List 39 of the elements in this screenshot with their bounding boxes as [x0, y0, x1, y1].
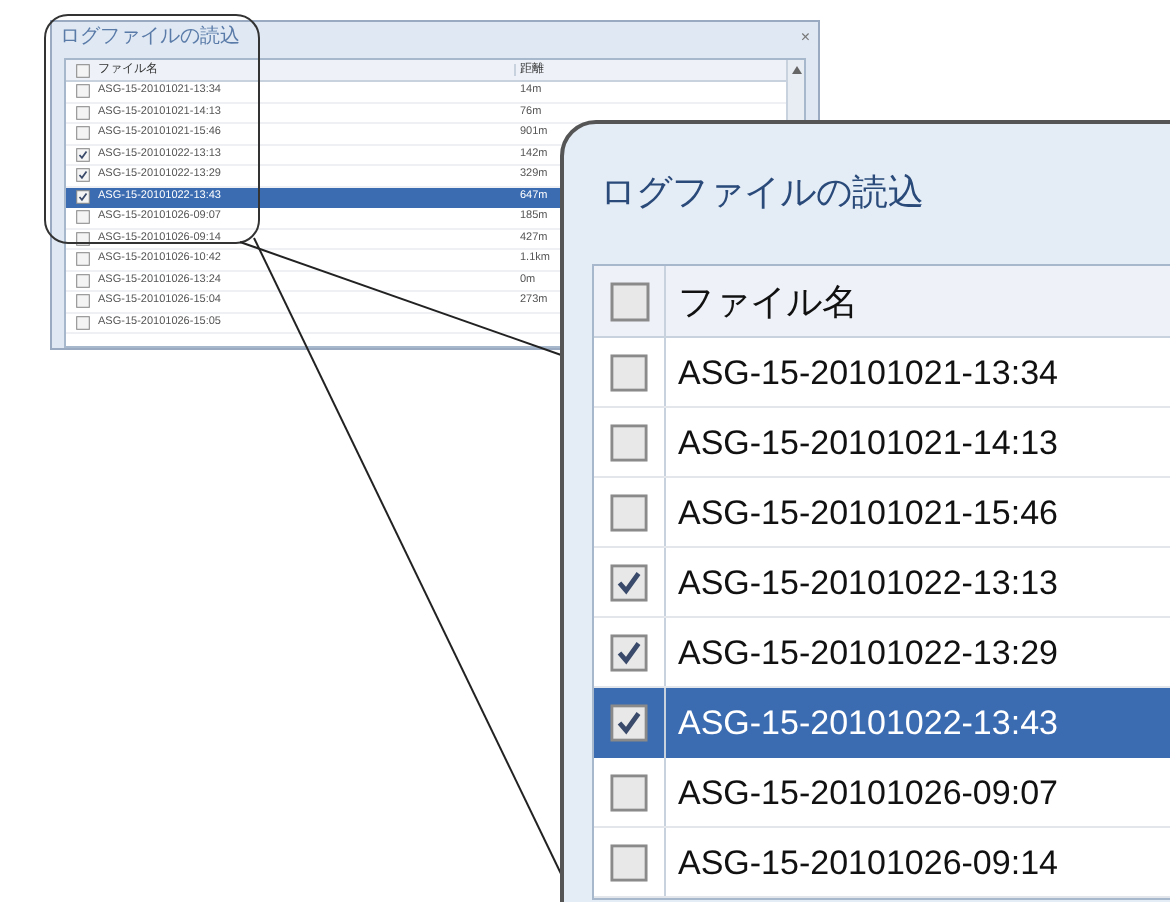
close-button[interactable]: × — [800, 30, 810, 46]
file-name: ASG-15-20101021-15:46 — [676, 495, 1058, 529]
window-title: ログファイルの読込 — [60, 28, 240, 48]
checkbox[interactable] — [75, 63, 89, 77]
checkbox[interactable] — [610, 423, 648, 461]
checkbox[interactable] — [609, 281, 649, 321]
file-name: ASG-15-20101022-13:43 — [676, 706, 1058, 740]
list-row[interactable]: ASG-15-20101026-09:14 — [594, 828, 1170, 898]
checkbox[interactable] — [75, 294, 89, 309]
list-row[interactable]: ASG-15-20101022-13:13 — [594, 548, 1170, 618]
checkbox[interactable] — [610, 704, 648, 742]
checkbox[interactable] — [75, 273, 89, 288]
checkbox[interactable] — [75, 210, 89, 225]
checkbox[interactable] — [75, 190, 89, 205]
scroll-up-arrow-icon[interactable] — [791, 66, 801, 74]
list-row[interactable]: ASG-15-20101021-15:46 — [594, 478, 1170, 548]
list-row[interactable]: ASG-15-20101021-14:13 — [594, 408, 1170, 478]
checkbox[interactable] — [75, 84, 89, 99]
checkbox[interactable] — [610, 773, 648, 811]
list-row[interactable]: ASG-15-20101022-13:43 — [594, 688, 1170, 758]
list-row[interactable]: ASG-15-20101026-09:07 — [594, 758, 1170, 828]
checkbox[interactable] — [75, 252, 89, 267]
file-name: ASG-15-20101026-09:14 — [676, 845, 1058, 879]
checkbox[interactable] — [75, 105, 89, 120]
file-name: ASG-15-20101026-09:07 — [676, 775, 1058, 809]
checkbox[interactable] — [610, 493, 648, 531]
checkbox[interactable] — [75, 315, 89, 330]
file-name: ASG-15-20101022-13:29 — [676, 635, 1058, 669]
file-name: ASG-15-20101022-13:13 — [676, 565, 1058, 599]
checkbox[interactable] — [610, 353, 648, 391]
list-row[interactable]: ASG-15-20101021-13:34 — [594, 338, 1170, 408]
checkbox[interactable] — [610, 563, 648, 601]
file-name: ASG-15-20101021-14:13 — [676, 425, 1058, 459]
checkbox[interactable] — [75, 126, 89, 141]
checkbox[interactable] — [75, 168, 89, 183]
checkbox[interactable] — [610, 843, 648, 881]
file-name: ASG-15-20101021-13:34 — [676, 355, 1058, 389]
checkbox[interactable] — [75, 147, 89, 162]
checkbox[interactable] — [610, 633, 648, 671]
